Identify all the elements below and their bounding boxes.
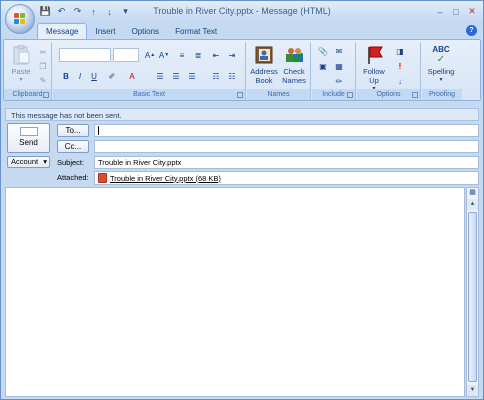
send-envelope-icon (19, 127, 38, 136)
office-logo-icon (14, 13, 26, 25)
message-status-bar: This message has not been sent. (5, 108, 479, 121)
send-button[interactable]: Send (7, 123, 50, 153)
ribbon-tabs: Message Insert Options Format Text (37, 23, 225, 39)
high-importance-icon[interactable]: ! (393, 60, 407, 72)
subject-label: Subject: (57, 158, 85, 167)
signature-icon[interactable]: ✏ (332, 75, 346, 87)
proofing-group: ABC ✓ Spelling ▾ Proofing (422, 42, 462, 100)
clipboard-group: Paste ▾ ✂ ❐ ✎ Clipboard (4, 42, 52, 100)
tab-insert[interactable]: Insert (87, 23, 123, 39)
increase-indent-icon[interactable]: ⇥ (225, 49, 239, 61)
clear-formatting-icon[interactable]: ☶ (209, 70, 223, 82)
title-bar: 💾 ↶ ↷ ↑ ↓ ▾ Trouble in River City.pptx -… (1, 1, 483, 23)
font-color-icon[interactable]: A (125, 70, 139, 82)
cc-field[interactable] (94, 140, 479, 153)
cut-icon[interactable]: ✂ (36, 46, 50, 58)
ribbon: Paste ▾ ✂ ❐ ✎ Clipboard A ▲ A ▼ ≡ ≣ ⇤ ⇥ B … (3, 39, 481, 101)
close-icon[interactable]: ✕ (465, 5, 479, 18)
names-group: Address Book Check Names Names (247, 42, 311, 100)
align-center-icon[interactable]: ☰ (169, 70, 183, 82)
maximize-icon[interactable]: □ (449, 5, 463, 18)
pptx-file-icon (98, 173, 107, 183)
include-group: 📎 ✉ ▣ ▦ ✏ Include (312, 42, 356, 100)
address-book-icon (253, 45, 275, 65)
underline-icon[interactable]: U (87, 70, 101, 82)
attachment-field: Trouble in River City.pptx (68 KB) (94, 171, 479, 185)
cc-button[interactable]: Cc... (57, 140, 89, 153)
font-name-combo[interactable] (59, 48, 111, 62)
basic-text-launcher-icon[interactable] (237, 92, 243, 98)
account-button[interactable]: Account ▾ (7, 156, 50, 168)
vertical-scrollbar[interactable]: ▦ ▲ ▼ (466, 187, 479, 397)
business-card-icon[interactable]: ▣ (316, 60, 330, 72)
copy-icon[interactable]: ❐ (36, 60, 50, 72)
address-book-button[interactable]: Address Book (249, 44, 279, 88)
grow-font-icon[interactable]: A ▲ (143, 49, 157, 61)
scroll-up-icon[interactable]: ▲ (467, 199, 478, 210)
bold-icon[interactable]: B (59, 70, 73, 82)
subject-field[interactable]: Trouble in River City.pptx (94, 156, 479, 169)
to-field[interactable] (94, 124, 479, 137)
ruler-icon[interactable]: ▦ (467, 188, 478, 199)
attach-file-icon[interactable]: 📎 (316, 45, 330, 57)
spelling-button[interactable]: ABC ✓ Spelling ▾ (426, 44, 456, 88)
spelling-icon: ABC ✓ (432, 45, 450, 65)
check-names-button[interactable]: Check Names (279, 44, 309, 88)
scroll-down-icon[interactable]: ▼ (467, 385, 478, 396)
options-group: Follow Up ▾ ◨ ! ↓ Options (357, 42, 421, 100)
follow-up-button[interactable]: Follow Up ▾ (359, 44, 389, 92)
text-cursor (98, 126, 99, 135)
italic-icon[interactable]: I (73, 70, 87, 82)
clipboard-launcher-icon[interactable] (43, 92, 49, 98)
outlook-message-window: 💾 ↶ ↷ ↑ ↓ ▾ Trouble in River City.pptx -… (0, 0, 484, 400)
proofing-group-label: Proofing (422, 89, 462, 100)
scroll-thumb[interactable] (468, 212, 477, 382)
options-launcher-icon[interactable] (412, 92, 418, 98)
tab-message[interactable]: Message (37, 23, 88, 39)
chevron-down-icon: ▾ (43, 157, 47, 166)
numbering-icon[interactable]: ≣ (191, 49, 205, 61)
decrease-indent-icon[interactable]: ⇤ (209, 49, 223, 61)
categorize-icon[interactable]: ◨ (393, 45, 407, 57)
tab-format-text[interactable]: Format Text (167, 23, 225, 39)
window-title: Trouble in River City.pptx - Message (HT… (153, 6, 331, 16)
basic-text-group-label: Basic Text (53, 89, 245, 100)
shrink-font-icon[interactable]: A ▼ (157, 49, 171, 61)
options-group-label: Options (357, 89, 420, 100)
office-button[interactable] (5, 4, 35, 34)
attach-item-icon[interactable]: ✉ (332, 45, 346, 57)
names-group-label: Names (247, 89, 310, 100)
font-size-combo[interactable] (113, 48, 139, 62)
check-names-icon (283, 45, 305, 65)
help-icon[interactable]: ? (466, 25, 477, 36)
paste-button[interactable]: Paste ▾ (6, 44, 36, 88)
window-controls: – □ ✕ (433, 5, 479, 18)
attachment-link[interactable]: Trouble in River City.pptx (68 KB) (110, 174, 221, 183)
paste-icon (10, 44, 32, 65)
attached-label: Attached: (57, 173, 89, 182)
tab-options[interactable]: Options (123, 23, 167, 39)
format-painter-icon[interactable]: ✎ (36, 74, 50, 86)
calendar-icon[interactable]: ▦ (332, 60, 346, 72)
message-body[interactable] (5, 187, 465, 397)
follow-up-flag-icon (363, 45, 385, 65)
style-icon[interactable]: ☷ (225, 70, 239, 82)
bullets-icon[interactable]: ≡ (175, 49, 189, 61)
include-launcher-icon[interactable] (347, 92, 353, 98)
align-right-icon[interactable]: ☰ (185, 70, 199, 82)
basic-text-group: A ▲ A ▼ ≡ ≣ ⇤ ⇥ B I U ✐ A ☰ ☰ ☰ ☶ ☷ Basic … (53, 42, 246, 100)
low-importance-icon[interactable]: ↓ (393, 75, 407, 87)
align-left-icon[interactable]: ☰ (153, 70, 167, 82)
to-button[interactable]: To... (57, 124, 89, 137)
minimize-icon[interactable]: – (433, 5, 447, 18)
highlight-icon[interactable]: ✐ (105, 70, 119, 82)
